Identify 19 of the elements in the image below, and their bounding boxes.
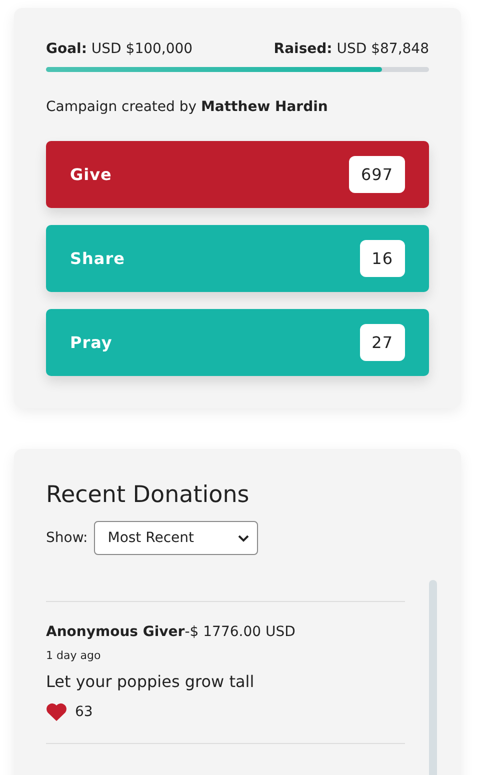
show-label: Show: [46, 530, 88, 546]
sort-dropdown[interactable]: Most Recent [94, 521, 258, 555]
creator-text: Campaign created by Matthew Hardin [46, 99, 329, 115]
count-badge: 697 [348, 156, 405, 193]
section-title: Recent Donations [46, 482, 250, 508]
share-button[interactable]: Share 16 [46, 225, 429, 292]
count-badge: 16 [360, 240, 405, 277]
raised-text: Raised: USD $87,848 [274, 41, 429, 57]
chevron-icon [238, 534, 249, 542]
scrollbar-thumb[interactable] [429, 580, 437, 775]
like-count: 63 [75, 704, 93, 720]
count-badge: 27 [360, 324, 405, 361]
give-button[interactable]: Give 697 [46, 141, 429, 208]
pray-button[interactable]: Pray 27 [46, 309, 429, 376]
goal-text: Goal: USD $100,000 [46, 41, 193, 57]
donor-text: Anonymous Giver-$ 1776.00 USD [46, 624, 296, 640]
heart-icon[interactable] [46, 703, 67, 721]
message-text: Let your poppies grow tall [46, 672, 256, 691]
time-text: 1 day ago [46, 649, 102, 662]
